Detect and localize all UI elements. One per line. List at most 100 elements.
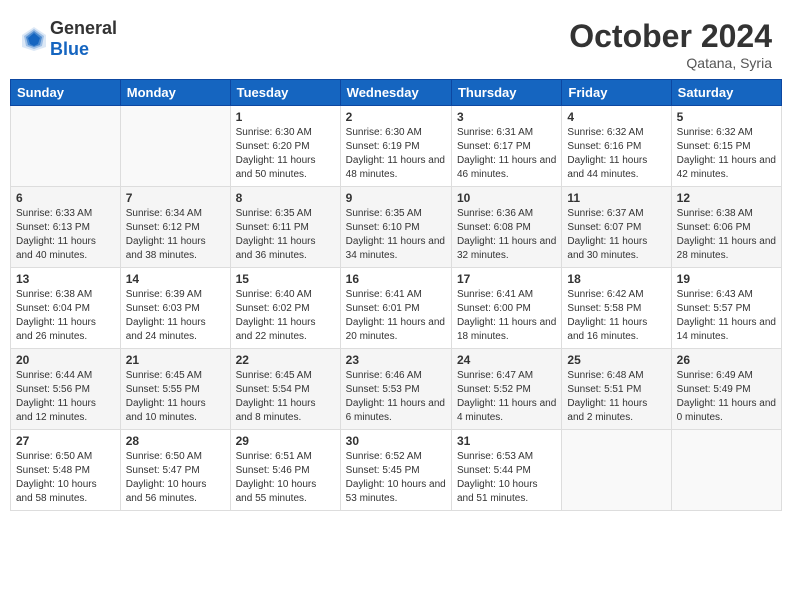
day-info: Sunrise: 6:43 AM Sunset: 5:57 PM Dayligh…	[677, 288, 776, 344]
day-number: 13	[16, 272, 115, 286]
day-info: Sunrise: 6:32 AM Sunset: 6:16 PM Dayligh…	[567, 126, 665, 182]
day-number: 20	[16, 353, 115, 367]
day-info: Sunrise: 6:41 AM Sunset: 6:00 PM Dayligh…	[457, 288, 556, 344]
day-number: 18	[567, 272, 665, 286]
calendar-cell: 24Sunrise: 6:47 AM Sunset: 5:52 PM Dayli…	[451, 349, 561, 430]
day-info: Sunrise: 6:37 AM Sunset: 6:07 PM Dayligh…	[567, 207, 665, 263]
day-number: 7	[126, 191, 225, 205]
header-monday: Monday	[120, 80, 230, 106]
week-row-3: 13Sunrise: 6:38 AM Sunset: 6:04 PM Dayli…	[11, 268, 782, 349]
calendar-cell	[562, 430, 671, 511]
day-info: Sunrise: 6:41 AM Sunset: 6:01 PM Dayligh…	[346, 288, 446, 344]
calendar-cell: 28Sunrise: 6:50 AM Sunset: 5:47 PM Dayli…	[120, 430, 230, 511]
week-row-2: 6 Sunrise: 6:33 AM Sunset: 6:13 PM Daylig…	[11, 187, 782, 268]
day-number: 12	[677, 191, 776, 205]
day-number: 10	[457, 191, 556, 205]
logo-blue-text: Blue	[50, 39, 89, 59]
calendar-cell: 12 Sunrise: 6:38 AM Sunset: 6:06 PM Dayli…	[671, 187, 781, 268]
calendar-cell: 6 Sunrise: 6:33 AM Sunset: 6:13 PM Daylig…	[11, 187, 121, 268]
day-number: 26	[677, 353, 776, 367]
day-info: Sunrise: 6:36 AM Sunset: 6:08 PM Dayligh…	[457, 207, 556, 263]
calendar-cell: 13Sunrise: 6:38 AM Sunset: 6:04 PM Dayli…	[11, 268, 121, 349]
logo-general-text: General	[50, 18, 117, 38]
day-info: Sunrise: 6:34 AM Sunset: 6:12 PM Dayligh…	[126, 207, 225, 263]
calendar-cell: 8 Sunrise: 6:35 AM Sunset: 6:11 PM Daylig…	[230, 187, 340, 268]
day-number: 27	[16, 434, 115, 448]
day-number: 22	[236, 353, 335, 367]
day-info: Sunrise: 6:45 AM Sunset: 5:54 PM Dayligh…	[236, 369, 335, 425]
header-wednesday: Wednesday	[340, 80, 451, 106]
day-number: 16	[346, 272, 446, 286]
day-number: 9	[346, 191, 446, 205]
calendar-cell: 5Sunrise: 6:32 AM Sunset: 6:15 PM Daylig…	[671, 106, 781, 187]
day-number: 28	[126, 434, 225, 448]
day-info: Sunrise: 6:49 AM Sunset: 5:49 PM Dayligh…	[677, 369, 776, 425]
day-info: Sunrise: 6:38 AM Sunset: 6:06 PM Dayligh…	[677, 207, 776, 263]
month-title: October 2024	[569, 18, 772, 55]
day-info: Sunrise: 6:53 AM Sunset: 5:44 PM Dayligh…	[457, 450, 556, 506]
day-info: Sunrise: 6:47 AM Sunset: 5:52 PM Dayligh…	[457, 369, 556, 425]
calendar-cell: 15 Sunrise: 6:40 AM Sunset: 6:02 PM Dayli…	[230, 268, 340, 349]
day-number: 31	[457, 434, 556, 448]
location: Qatana, Syria	[569, 55, 772, 71]
day-number: 6	[16, 191, 115, 205]
day-info: Sunrise: 6:46 AM Sunset: 5:53 PM Dayligh…	[346, 369, 446, 425]
calendar-cell	[671, 430, 781, 511]
day-number: 19	[677, 272, 776, 286]
day-info: Sunrise: 6:48 AM Sunset: 5:51 PM Dayligh…	[567, 369, 665, 425]
calendar-cell: 4Sunrise: 6:32 AM Sunset: 6:16 PM Daylig…	[562, 106, 671, 187]
day-info: Sunrise: 6:51 AM Sunset: 5:46 PM Dayligh…	[236, 450, 335, 506]
day-number: 2	[346, 110, 446, 124]
calendar-cell: 19 Sunrise: 6:43 AM Sunset: 5:57 PM Dayli…	[671, 268, 781, 349]
calendar-cell: 27 Sunrise: 6:50 AM Sunset: 5:48 PM Dayli…	[11, 430, 121, 511]
day-number: 14	[126, 272, 225, 286]
logo-icon	[20, 25, 48, 53]
calendar-cell: 30 Sunrise: 6:52 AM Sunset: 5:45 PM Dayli…	[340, 430, 451, 511]
day-info: Sunrise: 6:44 AM Sunset: 5:56 PM Dayligh…	[16, 369, 115, 425]
page-header: General Blue October 2024 Qatana, Syria	[10, 10, 782, 75]
calendar-cell	[120, 106, 230, 187]
day-info: Sunrise: 6:33 AM Sunset: 6:13 PM Dayligh…	[16, 207, 115, 263]
header-sunday: Sunday	[11, 80, 121, 106]
day-info: Sunrise: 6:39 AM Sunset: 6:03 PM Dayligh…	[126, 288, 225, 344]
day-number: 3	[457, 110, 556, 124]
day-info: Sunrise: 6:30 AM Sunset: 6:20 PM Dayligh…	[236, 126, 335, 182]
calendar-cell: 7 Sunrise: 6:34 AM Sunset: 6:12 PM Daylig…	[120, 187, 230, 268]
day-info: Sunrise: 6:35 AM Sunset: 6:10 PM Dayligh…	[346, 207, 446, 263]
day-number: 29	[236, 434, 335, 448]
day-info: Sunrise: 6:35 AM Sunset: 6:11 PM Dayligh…	[236, 207, 335, 263]
day-info: Sunrise: 6:32 AM Sunset: 6:15 PM Dayligh…	[677, 126, 776, 182]
calendar-cell: 17 Sunrise: 6:41 AM Sunset: 6:00 PM Dayli…	[451, 268, 561, 349]
day-number: 23	[346, 353, 446, 367]
day-number: 11	[567, 191, 665, 205]
day-number: 25	[567, 353, 665, 367]
calendar-cell: 21 Sunrise: 6:45 AM Sunset: 5:55 PM Dayli…	[120, 349, 230, 430]
day-number: 17	[457, 272, 556, 286]
day-info: Sunrise: 6:30 AM Sunset: 6:19 PM Dayligh…	[346, 126, 446, 182]
header-friday: Friday	[562, 80, 671, 106]
calendar-cell: 2 Sunrise: 6:30 AM Sunset: 6:19 PM Daylig…	[340, 106, 451, 187]
day-number: 30	[346, 434, 446, 448]
calendar-cell: 20 Sunrise: 6:44 AM Sunset: 5:56 PM Dayli…	[11, 349, 121, 430]
calendar-cell: 9 Sunrise: 6:35 AM Sunset: 6:10 PM Daylig…	[340, 187, 451, 268]
calendar-cell: 18Sunrise: 6:42 AM Sunset: 5:58 PM Dayli…	[562, 268, 671, 349]
day-info: Sunrise: 6:52 AM Sunset: 5:45 PM Dayligh…	[346, 450, 446, 506]
calendar-header-row: SundayMondayTuesdayWednesdayThursdayFrid…	[11, 80, 782, 106]
logo: General Blue	[20, 18, 117, 60]
calendar-cell: 14 Sunrise: 6:39 AM Sunset: 6:03 PM Dayli…	[120, 268, 230, 349]
week-row-5: 27 Sunrise: 6:50 AM Sunset: 5:48 PM Dayli…	[11, 430, 782, 511]
calendar-cell	[11, 106, 121, 187]
day-info: Sunrise: 6:45 AM Sunset: 5:55 PM Dayligh…	[126, 369, 225, 425]
day-number: 21	[126, 353, 225, 367]
calendar-cell: 22 Sunrise: 6:45 AM Sunset: 5:54 PM Dayli…	[230, 349, 340, 430]
day-info: Sunrise: 6:31 AM Sunset: 6:17 PM Dayligh…	[457, 126, 556, 182]
calendar-cell: 26 Sunrise: 6:49 AM Sunset: 5:49 PM Dayli…	[671, 349, 781, 430]
day-number: 15	[236, 272, 335, 286]
day-info: Sunrise: 6:50 AM Sunset: 5:48 PM Dayligh…	[16, 450, 115, 506]
calendar-cell: 1Sunrise: 6:30 AM Sunset: 6:20 PM Daylig…	[230, 106, 340, 187]
calendar-cell: 16 Sunrise: 6:41 AM Sunset: 6:01 PM Dayli…	[340, 268, 451, 349]
week-row-1: 1Sunrise: 6:30 AM Sunset: 6:20 PM Daylig…	[11, 106, 782, 187]
day-info: Sunrise: 6:40 AM Sunset: 6:02 PM Dayligh…	[236, 288, 335, 344]
header-tuesday: Tuesday	[230, 80, 340, 106]
day-number: 8	[236, 191, 335, 205]
